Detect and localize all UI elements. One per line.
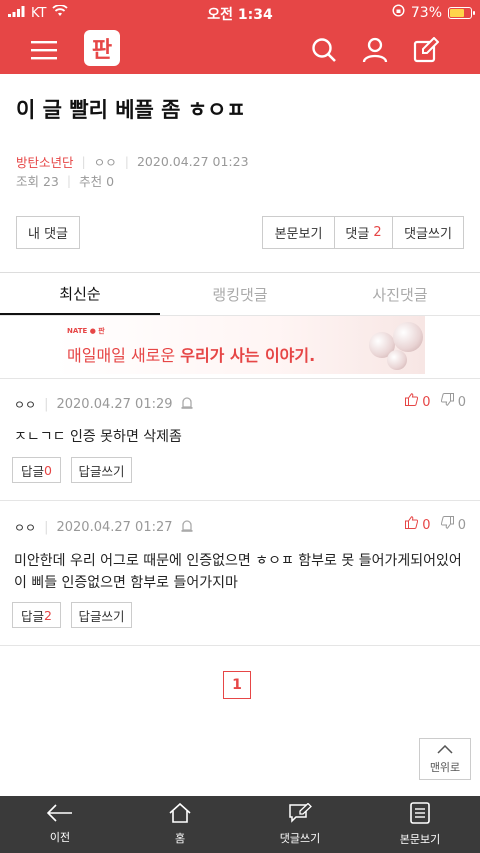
edit-icon[interactable] [408,32,444,68]
comment-item: ㅇㅇ | 2020.04.27 01:29 0 0 ㅈㄴㄱㄷ 인증 못하면 삭제… [0,378,480,498]
comments-label: 댓글 [345,227,370,242]
comment-item: ㅇㅇ | 2020.04.27 01:27 0 0 미안한데 우리 어그로 때문… [0,500,480,646]
my-comments-button[interactable]: 내 댓글 [16,216,80,249]
pearl-image [393,322,423,352]
post-title: 이 글 빨리 베플 좀 ㅎㅇㅍ [16,98,246,122]
downvote-button[interactable]: 0 [440,393,466,410]
post-author-nick: ㅇㅇ [93,155,117,170]
header-nav: 판 [0,26,480,74]
page-number-current[interactable]: 1 [223,671,251,699]
write-reply-button[interactable]: 답글쓰기 [71,457,132,483]
meta-divider: | [124,154,129,169]
comment-write-icon [288,802,312,826]
comment-datetime: 2020.04.27 01:27 [56,520,173,535]
reply-count: 2 [44,607,52,623]
comment-nick: ㅇㅇ [14,398,37,412]
back-arrow-icon [46,804,73,825]
post-stats: 조회 23 | 추천 0 [16,171,114,190]
search-icon[interactable] [306,32,342,68]
view-post-button[interactable]: 본문보기 [262,216,334,249]
post-views: 조회 23 [16,174,59,189]
comment-votes: 0 0 [405,516,466,533]
tab-ranking[interactable]: 랭킹댓글 [160,274,320,315]
post-meta: 방탄소년단 | ㅇㅇ | 2020.04.27 01:23 [16,152,249,171]
section-divider [0,272,480,273]
write-comment-label: 댓글쓰기 [279,832,321,845]
user-icon[interactable] [357,32,393,68]
reply-label: 답글 [21,463,45,479]
top-bar: KT 오전 1:34 73% 판 [0,0,480,74]
downvote-count: 0 [457,518,466,533]
comment-nick: ㅇㅇ [14,521,37,535]
bottom-nav: 이전 홈 댓글쓰기 본문보기 [0,796,480,853]
comment-header: ㅇㅇ | 2020.04.27 01:29 [14,396,193,413]
comment-body: 미안한데 우리 어그로 때문에 인증없으면 ㅎㅇㅍ 함부로 못 들어가게되어있어… [14,553,462,591]
thumbs-down-icon [440,516,458,533]
home-icon [169,802,191,826]
upvote-count: 0 [422,395,431,410]
post-channel-link[interactable]: 방탄소년단 [16,152,74,171]
thumbs-down-icon [440,393,458,410]
comment-votes: 0 0 [405,393,466,410]
scroll-to-top-label: 맨위로 [429,760,461,774]
ad-banner[interactable]: NATE ● 판 매일매일 새로운 우리가 사는 이야기. [55,316,425,374]
tab-latest[interactable]: 최신순 [0,274,160,315]
post-recommends: 추천 0 [79,174,115,189]
downvote-button[interactable]: 0 [440,516,466,533]
status-bar: KT 오전 1:34 73% [0,0,480,26]
reply-count-button[interactable]: 답글 2 [12,602,61,628]
bottom-view-post-button[interactable]: 본문보기 [360,796,480,853]
thumbs-up-icon [405,393,422,410]
write-reply-button[interactable]: 답글쓰기 [71,602,132,628]
meta-divider: | [44,520,49,535]
battery-icon [448,6,475,19]
meta-divider: | [44,397,49,412]
upvote-count: 0 [422,518,431,533]
banner-text-prefix: 매일매일 새로운 [67,346,181,365]
comments-count: 2 [373,225,382,240]
comments-button[interactable]: 댓글 2 [334,216,392,249]
document-icon [410,802,430,827]
orientation-lock-icon [392,4,405,21]
home-label: 홈 [174,832,186,845]
bottom-write-comment-button[interactable]: 댓글쓰기 [240,796,360,853]
write-comment-button[interactable]: 댓글쓰기 [392,216,464,249]
menu-icon[interactable] [26,32,62,68]
comment-body: ㅈㄴㄱㄷ 인증 못하면 삭제좀 [14,429,182,445]
upvote-button[interactable]: 0 [405,516,431,533]
pann-logo[interactable]: 판 [84,30,120,66]
reply-count-button[interactable]: 답글 0 [12,457,61,483]
battery-percent: 73% [410,4,442,21]
downvote-count: 0 [457,395,466,410]
home-button[interactable]: 홈 [120,796,240,853]
banner-brand: NATE ● 판 [67,327,105,335]
banner-text: 매일매일 새로운 우리가 사는 이야기. [67,342,315,366]
comment-header: ㅇㅇ | 2020.04.27 01:27 [14,519,193,536]
comment-datetime: 2020.04.27 01:29 [56,397,173,412]
comment-tabs: 최신순 랭킹댓글 사진댓글 [0,274,480,316]
banner-text-bold: 우리가 사는 이야기. [180,346,316,365]
chevron-up-icon [437,744,453,757]
scroll-to-top-button[interactable]: 맨위로 [419,738,471,780]
pearl-image [387,350,407,370]
thumbs-up-icon [405,516,422,533]
meta-divider: | [81,154,86,169]
post-datetime: 2020.04.27 01:23 [136,154,249,169]
meta-divider: | [66,173,72,188]
reply-label: 답글 [21,608,45,624]
report-icon[interactable] [181,396,193,413]
view-post-label: 본문보기 [399,833,441,846]
report-icon[interactable] [181,519,193,536]
back-button[interactable]: 이전 [0,796,120,853]
upvote-button[interactable]: 0 [405,393,431,410]
back-label: 이전 [49,831,71,844]
tab-photo[interactable]: 사진댓글 [320,274,480,315]
post-action-group: 본문보기 댓글 2 댓글쓰기 [262,216,464,249]
reply-count: 0 [44,462,52,478]
